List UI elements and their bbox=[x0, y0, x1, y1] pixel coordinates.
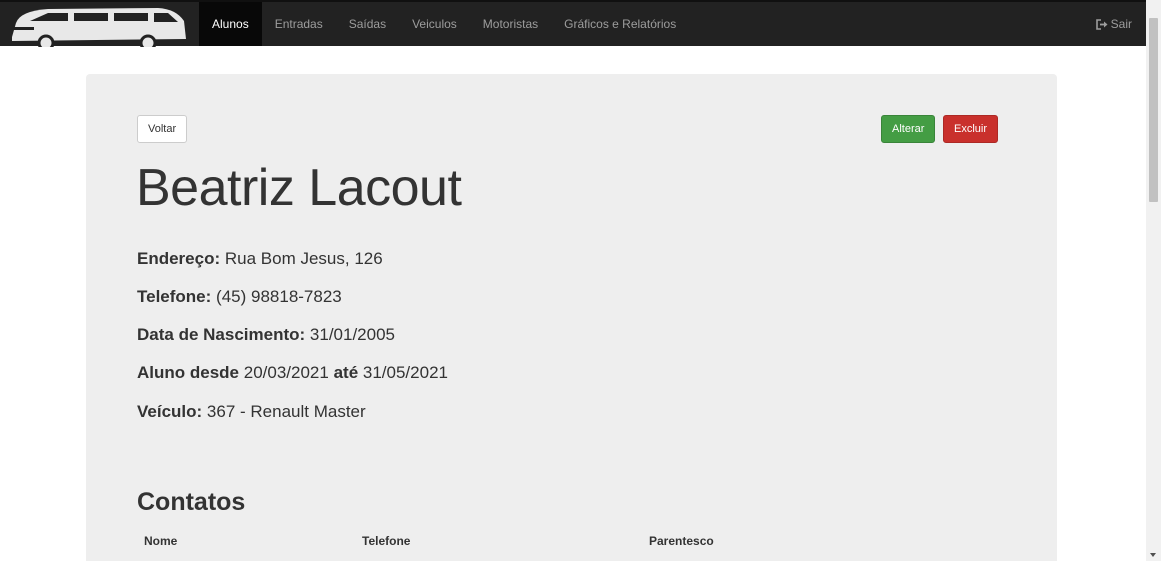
nav-item-entradas[interactable]: Entradas bbox=[262, 2, 336, 46]
birth-date-label: Data de Nascimento: bbox=[137, 325, 306, 344]
student-name: Beatriz Lacout bbox=[136, 159, 462, 217]
edit-button[interactable]: Alterar bbox=[881, 115, 936, 143]
contacts-column-phone: Telefone bbox=[362, 534, 411, 548]
birth-date-row: Data de Nascimento: 31/01/2005 bbox=[137, 325, 395, 345]
phone-label: Telefone: bbox=[137, 287, 212, 306]
student-detail-panel: Voltar Alterar Excluir Beatriz Lacout En… bbox=[86, 74, 1057, 561]
nav-item-graficos-relatorios[interactable]: Gráficos e Relatórios bbox=[551, 2, 689, 46]
logout-link[interactable]: Sair bbox=[1095, 2, 1132, 46]
enrollment-since-value: 20/03/2021 bbox=[243, 363, 329, 382]
contacts-heading: Contatos bbox=[137, 488, 246, 516]
delete-button[interactable]: Excluir bbox=[943, 115, 999, 143]
address-value: Rua Bom Jesus, 126 bbox=[224, 249, 383, 268]
back-button[interactable]: Voltar bbox=[137, 115, 188, 143]
scrollbar-thumb[interactable] bbox=[1149, 18, 1158, 202]
nav-menu: Alunos Entradas Saídas Veiculos Motorist… bbox=[199, 2, 689, 46]
enrollment-period-row: Aluno desde 20/03/2021 até 31/05/2021 bbox=[137, 363, 448, 383]
logout-label: Sair bbox=[1110, 17, 1132, 31]
vehicle-label: Veículo: bbox=[137, 402, 203, 421]
nav-item-saidas[interactable]: Saídas bbox=[336, 2, 399, 46]
enrollment-since-label: Aluno desde bbox=[137, 363, 240, 382]
sign-out-icon bbox=[1095, 18, 1108, 30]
phone-value: (45) 98818-7823 bbox=[216, 287, 342, 306]
van-logo-icon[interactable] bbox=[8, 3, 188, 47]
scroll-down-arrow-icon[interactable] bbox=[1150, 553, 1156, 557]
address-row: Endereço: Rua Bom Jesus, 126 bbox=[137, 249, 383, 269]
phone-row: Telefone: (45) 98818-7823 bbox=[137, 287, 342, 307]
vehicle-value: 367 - Renault Master bbox=[206, 402, 366, 421]
enrollment-until-label: até bbox=[333, 363, 359, 382]
enrollment-until-value: 31/05/2021 bbox=[362, 363, 448, 382]
page-scrollbar[interactable] bbox=[1146, 0, 1161, 561]
address-label: Endereço: bbox=[137, 249, 221, 268]
contacts-column-name: Nome bbox=[144, 534, 178, 548]
birth-date-value: 31/01/2005 bbox=[309, 325, 395, 344]
nav-item-veiculos[interactable]: Veiculos bbox=[399, 2, 470, 46]
nav-item-alunos[interactable]: Alunos bbox=[199, 2, 262, 46]
nav-item-motoristas[interactable]: Motoristas bbox=[470, 2, 551, 46]
top-navbar: Alunos Entradas Saídas Veiculos Motorist… bbox=[0, 0, 1146, 47]
contacts-column-relationship: Parentesco bbox=[649, 534, 714, 548]
vehicle-row: Veículo: 367 - Renault Master bbox=[137, 402, 366, 422]
